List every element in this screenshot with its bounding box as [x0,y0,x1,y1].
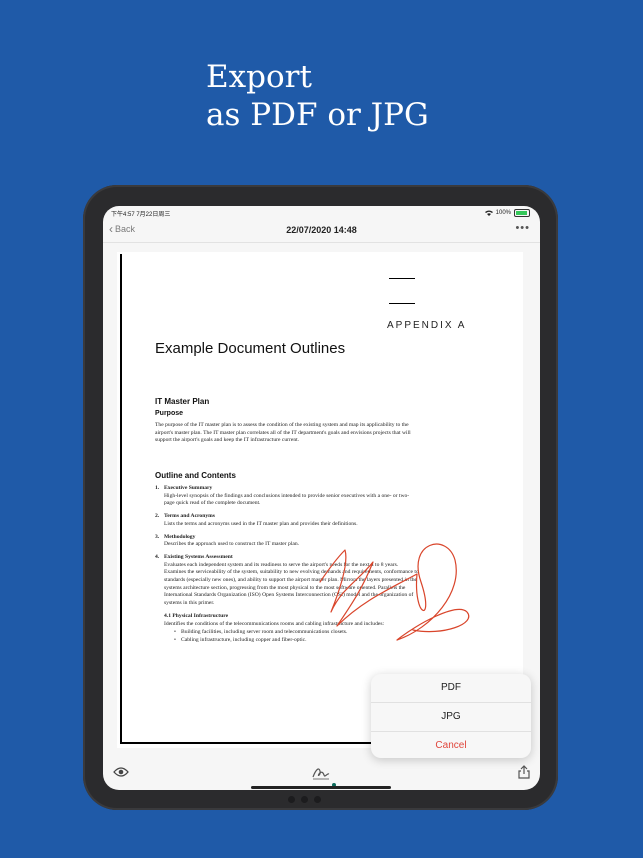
purpose-heading: Purpose [155,410,184,417]
status-right: 100% [484,209,530,217]
divider [389,278,415,279]
export-menu: PDF JPG Cancel [371,674,531,758]
signature-icon[interactable] [311,765,331,781]
status-time: 下午4:57 7月22日周三 [111,212,171,218]
export-pdf-button[interactable]: PDF [371,674,531,703]
list-item: 4. Existing Systems Assessment Evaluates … [155,553,419,607]
document-title: Example Document Outlines [155,340,346,357]
list-item: 1. Executive Summary High-level synopsis … [155,485,410,507]
outline-list: 1. Executive Summary High-level synopsis … [155,485,419,645]
camera-dots [288,796,321,803]
bullet-list: Building facilities, including server ro… [174,629,419,645]
cancel-button[interactable]: Cancel [371,732,531,758]
share-icon[interactable] [518,765,530,779]
nav-title: 22/07/2020 14:48 [286,225,357,235]
headline-line1: Export [206,59,312,95]
status-bar: 下午4:57 7月22日周三 100% [103,206,540,220]
divider [389,303,415,304]
home-indicator [251,786,391,789]
more-button[interactable]: ••• [515,222,530,234]
headline: Export as PDF or JPG [206,58,429,134]
list-item: 3. Methodology Describes the approach use… [155,533,300,548]
subsection-text: Identifies the conditions of the telecom… [164,620,385,627]
nav-bar: ‹ Back 22/07/2020 14:48 ••• [103,220,540,243]
list-item: 2. Terms and Acronyms Lists the terms and… [155,513,358,527]
app-screen: 下午4:57 7月22日周三 100% ‹ Back 22/07/2020 14… [103,206,540,790]
scan-border-left [120,254,122,744]
battery-percent: 100% [495,210,511,216]
export-jpg-button[interactable]: JPG [371,703,531,732]
subsection-title: 4.1 Physical Infrastructure [164,612,229,619]
eye-icon[interactable] [113,766,129,778]
wifi-icon [484,210,493,216]
battery-icon [514,209,530,217]
outline-heading: Outline and Contents [155,471,236,480]
purpose-paragraph: The purpose of the IT master plan is to … [155,422,411,444]
subsection: 4.1 Physical Infrastructure Identifies t… [164,613,419,645]
bullet-item: Cabling infrastructure, including copper… [174,637,419,645]
appendix-label: APPENDIX A [387,320,467,331]
bullet-item: Building facilities, including server ro… [174,629,419,637]
headline-line2: as PDF or JPG [206,97,429,133]
section-heading: IT Master Plan [155,397,210,406]
